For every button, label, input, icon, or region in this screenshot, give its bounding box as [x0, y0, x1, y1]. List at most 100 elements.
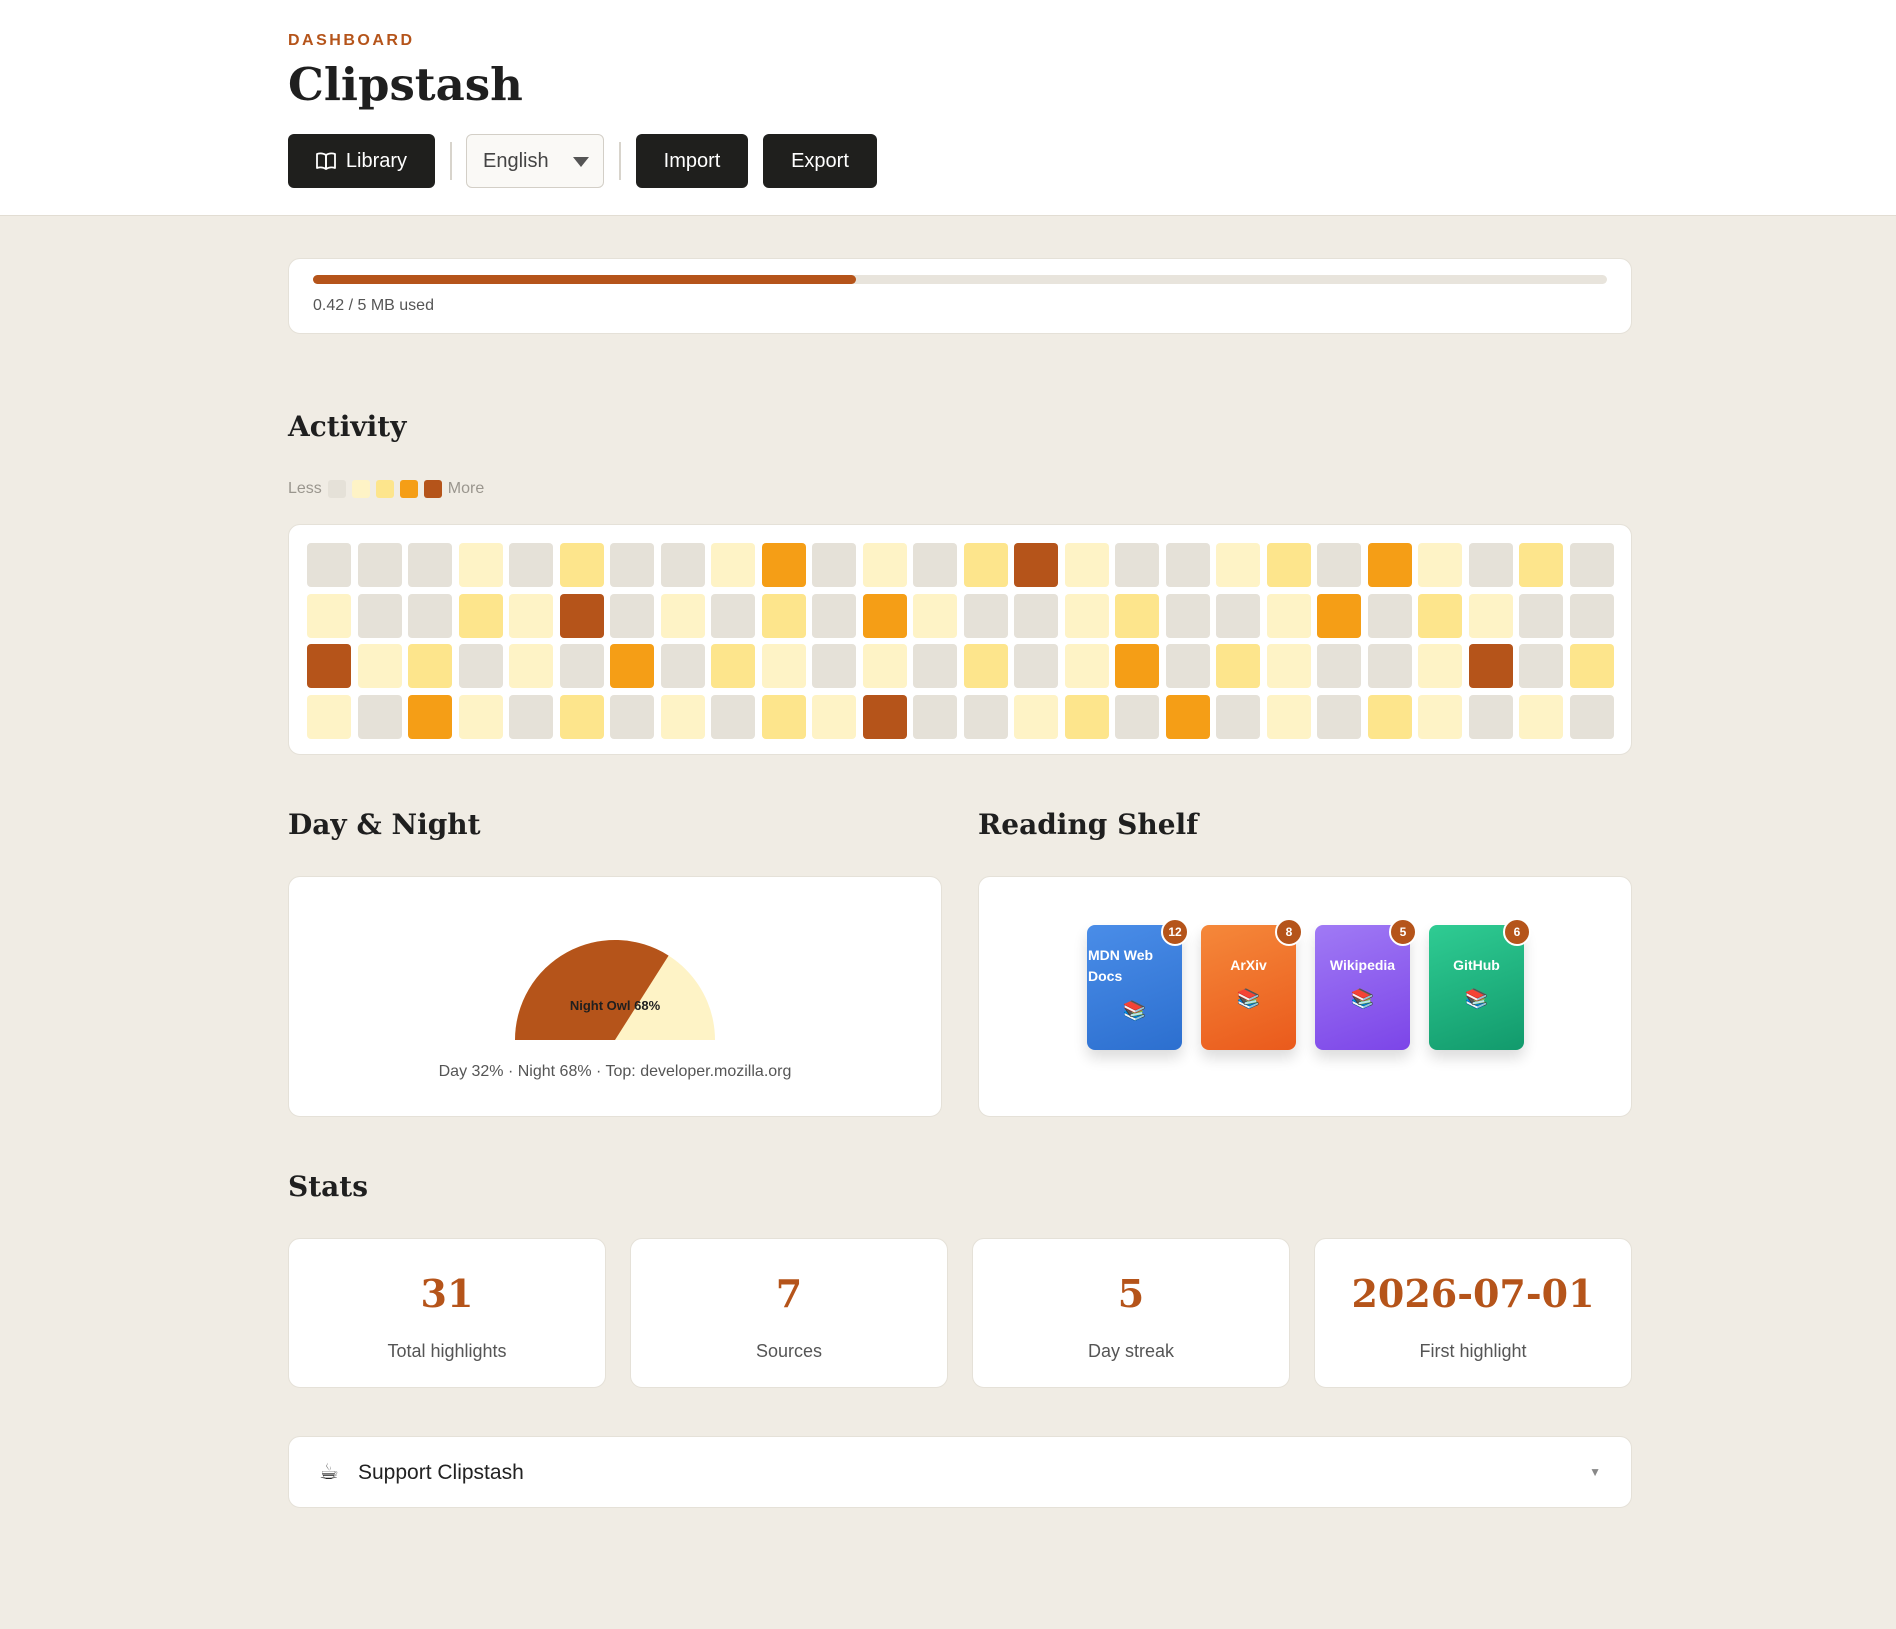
heatmap-cell[interactable]	[862, 593, 907, 638]
heatmap-cell[interactable]	[408, 644, 452, 688]
heatmap-cell[interactable]	[559, 644, 604, 688]
heatmap-cell[interactable]	[812, 593, 856, 638]
heatmap-cell[interactable]	[509, 644, 553, 688]
heatmap-cell[interactable]	[1115, 694, 1159, 739]
heatmap-cell[interactable]	[812, 644, 856, 688]
heatmap-cell[interactable]	[913, 644, 957, 688]
heatmap-cell[interactable]	[610, 543, 654, 587]
shelf-book-wikipedia[interactable]: Wikipedia 📚 5	[1315, 918, 1417, 1050]
heatmap-cell[interactable]	[357, 593, 402, 638]
heatmap-cell[interactable]	[761, 694, 806, 739]
heatmap-cell[interactable]	[559, 593, 604, 638]
heatmap-cell[interactable]	[1367, 593, 1412, 638]
heatmap-cell[interactable]	[862, 694, 907, 739]
heatmap-cell[interactable]	[1519, 644, 1563, 688]
heatmap-cell[interactable]	[711, 543, 755, 587]
heatmap-cell[interactable]	[1569, 593, 1614, 638]
heatmap-cell[interactable]	[1317, 543, 1361, 587]
heatmap-cell[interactable]	[610, 644, 654, 688]
heatmap-cell[interactable]	[1115, 644, 1159, 688]
heatmap-cell[interactable]	[1115, 593, 1159, 638]
heatmap-cell[interactable]	[1064, 593, 1109, 638]
heatmap-cell[interactable]	[559, 694, 604, 739]
heatmap-cell[interactable]	[1418, 593, 1462, 638]
heatmap-cell[interactable]	[761, 644, 806, 688]
heatmap-cell[interactable]	[1367, 694, 1412, 739]
heatmap-cell[interactable]	[307, 593, 351, 638]
heatmap-cell[interactable]	[610, 694, 654, 739]
shelf-book-mdn[interactable]: MDN Web Docs 📚 12	[1087, 918, 1189, 1050]
heatmap-cell[interactable]	[862, 543, 907, 587]
heatmap-cell[interactable]	[1519, 543, 1563, 587]
heatmap-cell[interactable]	[1165, 644, 1210, 688]
heatmap-cell[interactable]	[1165, 694, 1210, 739]
shelf-book-github[interactable]: GitHub 📚 6	[1429, 918, 1531, 1050]
heatmap-cell[interactable]	[458, 644, 503, 688]
heatmap-cell[interactable]	[408, 593, 452, 638]
support-accordion[interactable]: ☕ Support Clipstash ▼	[288, 1436, 1632, 1508]
heatmap-cell[interactable]	[1014, 543, 1058, 587]
heatmap-cell[interactable]	[1367, 543, 1412, 587]
heatmap-cell[interactable]	[408, 543, 452, 587]
heatmap-cell[interactable]	[1165, 543, 1210, 587]
heatmap-cell[interactable]	[711, 593, 755, 638]
heatmap-cell[interactable]	[1216, 593, 1260, 638]
heatmap-cell[interactable]	[1569, 694, 1614, 739]
heatmap-cell[interactable]	[1014, 694, 1058, 739]
heatmap-cell[interactable]	[1468, 694, 1513, 739]
heatmap-cell[interactable]	[458, 593, 503, 638]
heatmap-cell[interactable]	[660, 543, 705, 587]
heatmap-cell[interactable]	[913, 694, 957, 739]
heatmap-cell[interactable]	[1014, 593, 1058, 638]
heatmap-cell[interactable]	[408, 694, 452, 739]
heatmap-cell[interactable]	[963, 543, 1008, 587]
heatmap-cell[interactable]	[913, 593, 957, 638]
heatmap-cell[interactable]	[509, 543, 553, 587]
library-button[interactable]: Library	[288, 134, 435, 188]
heatmap-cell[interactable]	[812, 543, 856, 587]
heatmap-cell[interactable]	[862, 644, 907, 688]
heatmap-cell[interactable]	[1468, 644, 1513, 688]
heatmap-cell[interactable]	[1115, 543, 1159, 587]
shelf-book-arxiv[interactable]: ArXiv 📚 8	[1201, 918, 1303, 1050]
heatmap-cell[interactable]	[458, 543, 503, 587]
heatmap-cell[interactable]	[1064, 644, 1109, 688]
heatmap-cell[interactable]	[307, 644, 351, 688]
heatmap-cell[interactable]	[1367, 644, 1412, 688]
export-button[interactable]: Export	[763, 134, 877, 188]
heatmap-cell[interactable]	[1266, 694, 1311, 739]
heatmap-cell[interactable]	[1519, 593, 1563, 638]
heatmap-cell[interactable]	[307, 694, 351, 739]
heatmap-cell[interactable]	[1468, 593, 1513, 638]
heatmap-cell[interactable]	[1064, 543, 1109, 587]
heatmap-cell[interactable]	[711, 694, 755, 739]
heatmap-cell[interactable]	[1216, 644, 1260, 688]
heatmap-cell[interactable]	[1519, 694, 1563, 739]
heatmap-cell[interactable]	[1317, 694, 1361, 739]
heatmap-cell[interactable]	[1569, 644, 1614, 688]
heatmap-cell[interactable]	[711, 644, 755, 688]
heatmap-cell[interactable]	[559, 543, 604, 587]
heatmap-cell[interactable]	[357, 543, 402, 587]
heatmap-cell[interactable]	[660, 593, 705, 638]
heatmap-cell[interactable]	[1014, 644, 1058, 688]
heatmap-cell[interactable]	[660, 694, 705, 739]
heatmap-cell[interactable]	[1165, 593, 1210, 638]
heatmap-cell[interactable]	[1418, 543, 1462, 587]
heatmap-cell[interactable]	[963, 644, 1008, 688]
heatmap-cell[interactable]	[1317, 593, 1361, 638]
heatmap-cell[interactable]	[357, 644, 402, 688]
heatmap-cell[interactable]	[357, 694, 402, 739]
heatmap-cell[interactable]	[812, 694, 856, 739]
language-select[interactable]: English	[466, 134, 604, 188]
heatmap-cell[interactable]	[1418, 644, 1462, 688]
heatmap-cell[interactable]	[761, 593, 806, 638]
heatmap-cell[interactable]	[1216, 694, 1260, 739]
heatmap-cell[interactable]	[458, 694, 503, 739]
heatmap-cell[interactable]	[1468, 543, 1513, 587]
heatmap-cell[interactable]	[660, 644, 705, 688]
heatmap-cell[interactable]	[1418, 694, 1462, 739]
import-button[interactable]: Import	[636, 134, 748, 188]
heatmap-cell[interactable]	[509, 593, 553, 638]
heatmap-cell[interactable]	[1266, 644, 1311, 688]
